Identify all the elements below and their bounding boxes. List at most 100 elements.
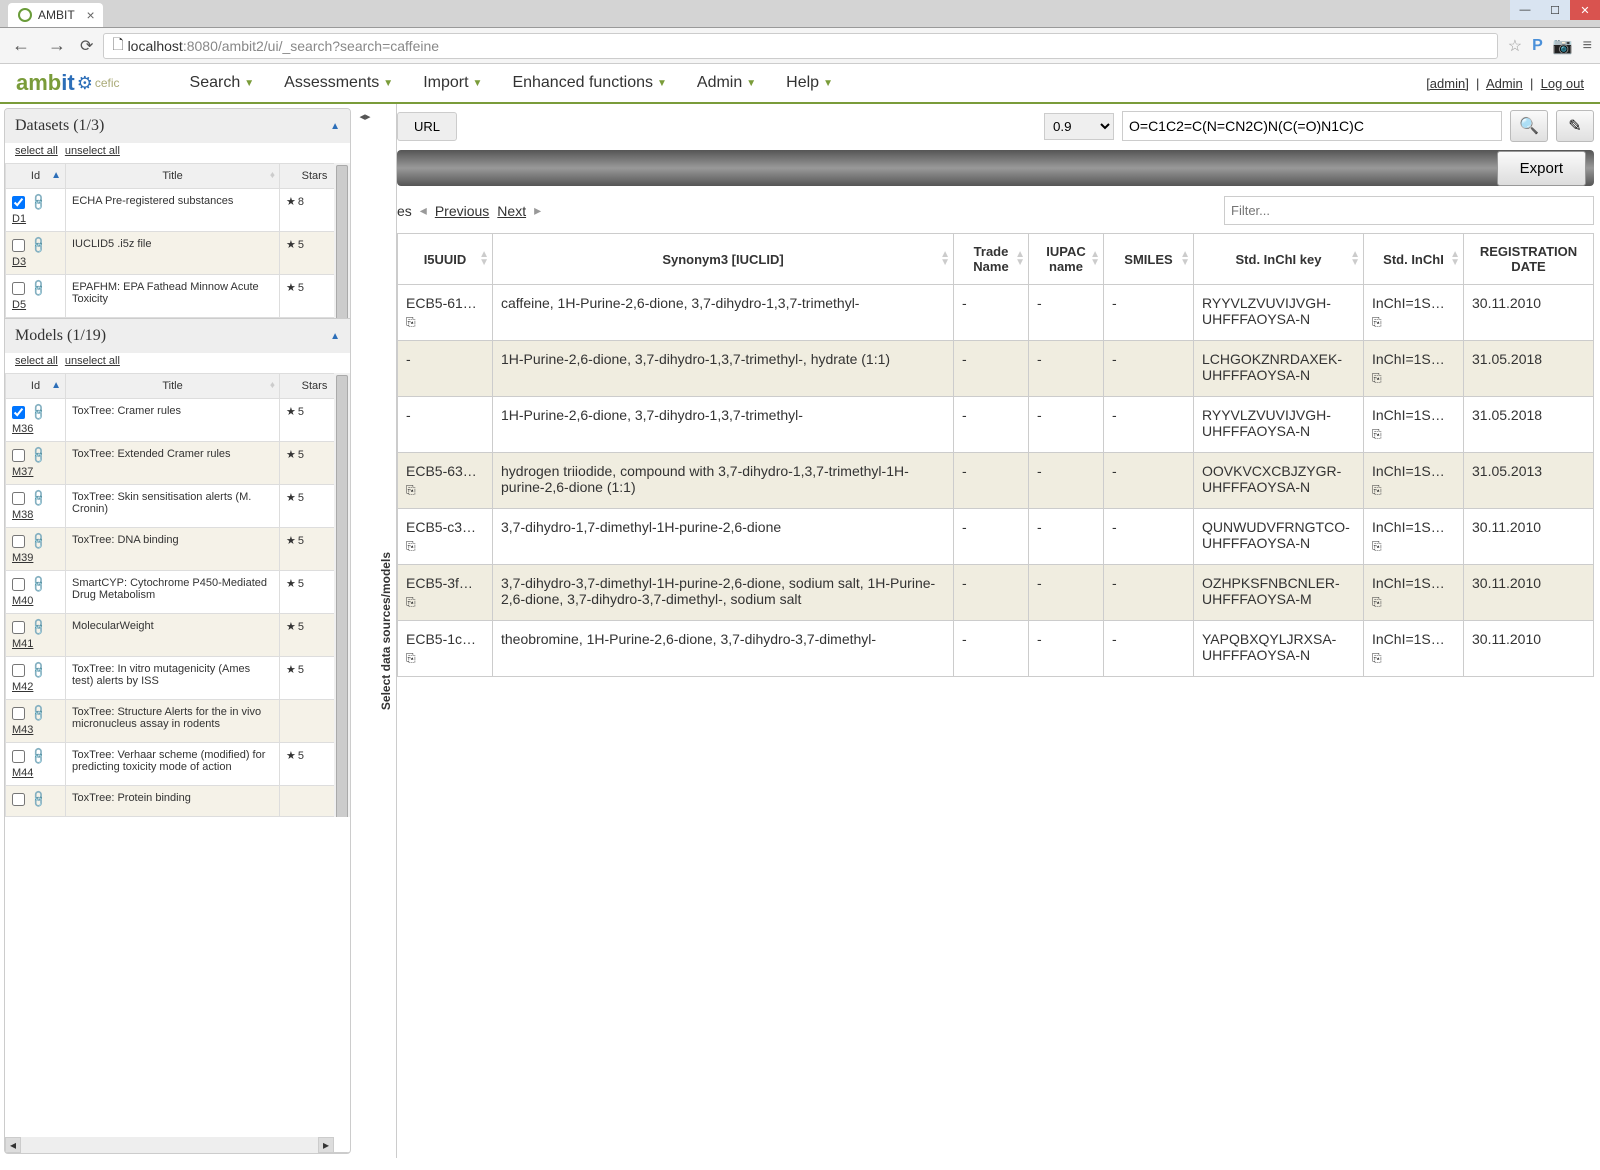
model-checkbox[interactable] — [12, 707, 25, 720]
copy-icon[interactable]: ⎘ — [406, 483, 416, 498]
dataset-id-link[interactable]: D1 — [12, 213, 59, 225]
pager-prev-icon[interactable]: ◂ — [420, 202, 427, 219]
admin-bracket-link[interactable]: [admin] — [1426, 76, 1469, 91]
copy-icon[interactable]: ⎘ — [1372, 595, 1382, 610]
cell-i5uuid: ECB5-61…⎘ — [398, 285, 493, 341]
model-row: 🔗M40 SmartCYP: Cytochrome P450-Mediated … — [6, 571, 350, 614]
link-icon[interactable]: 🔗 — [28, 703, 48, 723]
model-checkbox[interactable] — [12, 664, 25, 677]
model-id-link[interactable]: M39 — [12, 552, 59, 564]
search-button[interactable]: 🔍 — [1510, 110, 1548, 142]
link-icon[interactable]: 🔗 — [28, 660, 48, 680]
admin-link[interactable]: Admin — [1486, 76, 1523, 91]
tab-close-icon[interactable]: × — [86, 7, 94, 23]
threshold-select[interactable]: 0.9 — [1044, 113, 1114, 140]
model-id-link[interactable]: M40 — [12, 595, 59, 607]
model-checkbox[interactable] — [12, 578, 25, 591]
link-icon[interactable]: 🔗 — [28, 617, 48, 637]
window-maximize-button[interactable]: ☐ — [1540, 0, 1570, 20]
pager-previous[interactable]: Previous — [435, 203, 489, 219]
copy-icon[interactable]: ⎘ — [1372, 539, 1382, 554]
copy-icon[interactable]: ⎘ — [1372, 315, 1382, 330]
model-id-link[interactable]: M37 — [12, 466, 59, 478]
forward-button[interactable]: → — [44, 35, 70, 56]
model-checkbox[interactable] — [12, 621, 25, 634]
collapse-icon[interactable]: ▲ — [330, 121, 340, 132]
export-button[interactable]: Export — [1497, 151, 1586, 186]
menu-assessments[interactable]: Assessments▼ — [284, 74, 393, 92]
model-checkbox[interactable] — [12, 793, 25, 806]
reload-button[interactable]: ⟳ — [80, 36, 93, 56]
window-minimize-button[interactable]: — — [1510, 0, 1540, 20]
model-checkbox[interactable] — [12, 406, 25, 419]
model-id-link[interactable]: M43 — [12, 724, 59, 736]
bookmark-icon[interactable]: ☆ — [1508, 36, 1522, 56]
link-icon[interactable]: 🔗 — [28, 531, 48, 551]
link-icon[interactable]: 🔗 — [28, 789, 48, 809]
models-select-all[interactable]: select all — [15, 355, 58, 367]
copy-icon[interactable]: ⎘ — [1372, 427, 1382, 442]
menu-search[interactable]: Search▼ — [190, 74, 255, 92]
dataset-checkbox[interactable] — [12, 239, 25, 252]
extension-p-icon[interactable]: P — [1532, 37, 1543, 55]
datasets-scrollbar[interactable] — [334, 163, 350, 318]
model-checkbox[interactable] — [12, 449, 25, 462]
splitter[interactable]: ◂▸ — [355, 104, 375, 1158]
copy-icon[interactable]: ⎘ — [1372, 651, 1382, 666]
edit-button[interactable]: ✎ — [1556, 110, 1594, 142]
copy-icon[interactable]: ⎘ — [1372, 371, 1382, 386]
dataset-row: 🔗D1 ECHA Pre-registered substances ★ 8 — [6, 189, 350, 232]
link-icon[interactable]: 🔗 — [28, 746, 48, 766]
link-icon[interactable]: 🔗 — [28, 488, 48, 508]
dataset-id-link[interactable]: D3 — [12, 256, 59, 268]
logo[interactable]: ambit — [16, 70, 75, 96]
link-icon[interactable]: 🔗 — [28, 445, 48, 465]
chrome-menu-icon[interactable]: ≡ — [1583, 37, 1592, 55]
model-id-link[interactable]: M38 — [12, 509, 59, 521]
url-input[interactable]: 🗋 localhost:8080/ambit2/ui/_search?searc… — [103, 33, 1497, 59]
copy-icon[interactable]: ⎘ — [406, 539, 416, 554]
model-checkbox[interactable] — [12, 535, 25, 548]
models-scrollbar[interactable] — [334, 373, 350, 817]
copy-icon[interactable]: ⎘ — [406, 315, 416, 330]
extension-camera-icon[interactable]: 📷 — [1553, 36, 1573, 56]
menu-help[interactable]: Help▼ — [786, 74, 833, 92]
link-icon[interactable]: 🔗 — [28, 235, 48, 255]
back-button[interactable]: ← — [8, 35, 34, 56]
browser-tab[interactable]: AMBIT × — [8, 3, 103, 27]
link-icon[interactable]: 🔗 — [28, 402, 48, 422]
datasets-select-all[interactable]: select all — [15, 145, 58, 157]
sidebar-h-scroll[interactable]: ◂ ▸ — [5, 1137, 334, 1153]
collapse-icon[interactable]: ▲ — [330, 331, 340, 342]
model-checkbox[interactable] — [12, 750, 25, 763]
url-button[interactable]: URL — [397, 112, 457, 141]
dataset-id-link[interactable]: D5 — [12, 299, 59, 311]
splitter-handle-icon[interactable]: ◂▸ — [359, 110, 370, 123]
copy-icon[interactable]: ⎘ — [406, 651, 416, 666]
models-unselect-all[interactable]: unselect all — [65, 355, 120, 367]
cell-regdate: 30.11.2010 — [1464, 509, 1594, 565]
logout-link[interactable]: Log out — [1541, 76, 1584, 91]
link-icon[interactable]: 🔗 — [28, 278, 48, 298]
model-id-link[interactable]: M41 — [12, 638, 59, 650]
menu-import[interactable]: Import▼ — [423, 74, 482, 92]
model-id-link[interactable]: M42 — [12, 681, 59, 693]
dataset-checkbox[interactable] — [12, 282, 25, 295]
copy-icon[interactable]: ⎘ — [1372, 483, 1382, 498]
link-icon[interactable]: 🔗 — [28, 192, 48, 212]
model-id-link[interactable]: M36 — [12, 423, 59, 435]
pager-next-icon[interactable]: ▸ — [534, 202, 541, 219]
dataset-checkbox[interactable] — [12, 196, 25, 209]
link-icon[interactable]: 🔗 — [28, 574, 48, 594]
model-id-link[interactable]: M44 — [12, 767, 59, 779]
smiles-input[interactable] — [1122, 111, 1502, 141]
filter-input[interactable] — [1224, 196, 1594, 225]
model-checkbox[interactable] — [12, 492, 25, 505]
window-close-button[interactable]: ✕ — [1570, 0, 1600, 20]
menu-admin[interactable]: Admin▼ — [697, 74, 756, 92]
menu-enhanced[interactable]: Enhanced functions▼ — [512, 74, 666, 92]
pager-next[interactable]: Next — [497, 203, 526, 219]
copy-icon[interactable]: ⎘ — [406, 595, 416, 610]
datasets-unselect-all[interactable]: unselect all — [65, 145, 120, 157]
model-row: 🔗M38 ToxTree: Skin sensitisation alerts … — [6, 485, 350, 528]
